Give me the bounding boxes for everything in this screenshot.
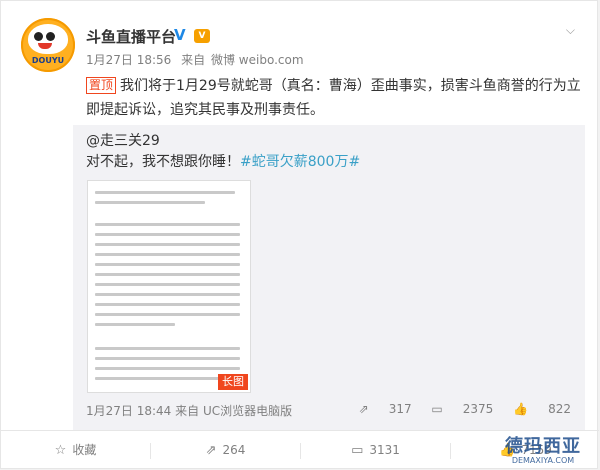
avatar[interactable]: DOUYU <box>21 18 75 72</box>
chevron-down-icon[interactable]: ⌵ <box>566 23 575 38</box>
post-body: 我们将于1月29号就蛇哥（真名：曹海）歪曲事实，损害斗鱼商誉的行为立即提起诉讼，… <box>86 78 581 118</box>
repost-actions: ⇗ 317 ▭ 2375 👍 822 <box>343 402 571 416</box>
site-watermark: 德玛西亚 DEMAXIYA.COM <box>505 436 581 466</box>
repost-icon: ⇗ <box>205 443 217 458</box>
account-name[interactable]: 斗鱼直播平台 <box>86 26 176 47</box>
repost-repost-count[interactable]: ⇗ 317 <box>359 402 412 416</box>
post-meta: 1月27日 18:56 来自 微博 weibo.com <box>86 51 310 68</box>
repost-meta: 1月27日 18:44 来自 UC浏览器电脑版 <box>86 402 292 419</box>
long-image-thumbnail[interactable]: 长图 <box>87 180 251 393</box>
post-text: 置顶 我们将于1月29号就蛇哥（真名：曹海）歪曲事实，损害斗鱼商誉的行为立即提起诉… <box>86 74 586 122</box>
collect-button[interactable]: ☆ 收藏 <box>1 431 150 469</box>
long-image-tag: 长图 <box>218 374 248 390</box>
repost-button[interactable]: ⇗ 264 <box>151 431 300 469</box>
weibo-card: DOUYU 斗鱼直播平台 V V 1月27日 18:56 来自 微博 weibo… <box>0 0 599 469</box>
member-badge-icon[interactable]: V <box>194 29 210 43</box>
repost-source-prefix: 来自 <box>175 404 200 418</box>
source-prefix: 来自 <box>181 53 206 67</box>
avatar-logo-text: DOUYU <box>31 56 65 65</box>
comment-icon: ▭ <box>351 443 364 458</box>
post-date[interactable]: 1月27日 18:56 <box>86 53 171 67</box>
pinned-tag: 置顶 <box>86 77 117 94</box>
repost-date[interactable]: 1月27日 18:44 <box>86 404 171 418</box>
repost-text: 对不起，我不想跟你睡！#蛇哥欠薪800万# <box>86 151 360 171</box>
repost-author[interactable]: @走三关29 <box>86 130 160 150</box>
verified-v-icon: V <box>174 26 186 44</box>
reposted-weibo: @走三关29 对不起，我不想跟你睡！#蛇哥欠薪800万# 长图 1月27日 18… <box>73 125 585 430</box>
star-icon: ☆ <box>54 443 67 458</box>
repost-source[interactable]: UC浏览器电脑版 <box>203 404 292 418</box>
comment-button[interactable]: ▭ 3131 <box>301 431 450 469</box>
repost-topic-link[interactable]: #蛇哥欠薪800万# <box>240 154 360 170</box>
repost-comment-count[interactable]: ▭ 2375 <box>431 402 493 416</box>
post-source[interactable]: 微博 weibo.com <box>211 53 304 67</box>
comment-icon: ▭ <box>431 402 443 416</box>
repost-body: 对不起，我不想跟你睡！ <box>86 154 240 170</box>
like-icon: 👍 <box>513 402 529 416</box>
repost-like-count[interactable]: 👍 822 <box>513 402 571 416</box>
repost-icon: ⇗ <box>358 402 369 416</box>
